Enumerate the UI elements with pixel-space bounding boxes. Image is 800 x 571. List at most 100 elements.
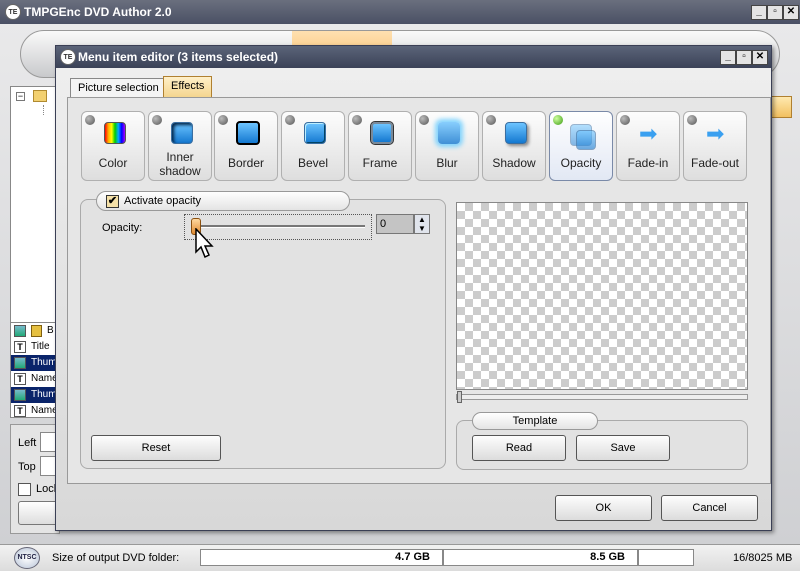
list-item[interactable]: B — [11, 323, 59, 339]
color-bars-icon — [104, 122, 126, 144]
main-close-button[interactable]: ✕ — [783, 5, 799, 20]
activate-opacity-group[interactable]: ✔ Activate opacity — [96, 191, 350, 211]
opacity-icon — [576, 130, 596, 150]
dialog-minimize-button[interactable]: _ — [720, 50, 736, 65]
output-size-label: Size of output DVD folder: — [52, 552, 180, 564]
effect-opacity-label: Opacity — [560, 156, 602, 170]
effect-shadow-led-icon — [486, 115, 496, 125]
dialog-close-button[interactable]: ✕ — [752, 50, 768, 65]
size-bar-end — [638, 549, 694, 566]
seek-thumb[interactable] — [457, 391, 462, 403]
shadow-icon — [505, 122, 527, 144]
spin-down-icon[interactable]: ▼ — [418, 224, 426, 233]
main-minimize-button[interactable]: _ — [751, 5, 767, 20]
effect-color-led-icon — [85, 115, 95, 125]
effect-fade-out-led-icon — [687, 115, 697, 125]
preview-seekbar[interactable] — [456, 391, 748, 403]
effect-fade-in-led-icon — [620, 115, 630, 125]
effect-color-button[interactable]: Color — [81, 111, 145, 181]
effect-blur-led-icon — [419, 115, 429, 125]
image-item-icon — [14, 325, 26, 337]
ntsc-badge: NTSC — [14, 547, 40, 569]
list-item-label: Name — [31, 405, 58, 416]
list-item[interactable]: T Name — [11, 403, 59, 417]
tab-effects[interactable]: Effects — [163, 76, 213, 98]
list-item-label: Title — [31, 341, 50, 352]
effect-border-label: Border — [227, 156, 265, 170]
tree-line — [43, 105, 44, 115]
preview-canvas — [456, 202, 748, 390]
activate-opacity-label: Activate opacity — [124, 195, 202, 207]
dialog-title-bar[interactable]: TE Menu item editor (3 items selected) _… — [56, 46, 771, 68]
effect-border-button[interactable]: Border — [214, 111, 278, 181]
app-icon: TE — [5, 4, 21, 20]
list-item[interactable]: T Title — [11, 339, 59, 355]
dvd-size-4gb: 4.7 GB — [200, 549, 443, 566]
main-title-bar[interactable]: TE TMPGEnc DVD Author 2.0 _ ▫ ✕ — [0, 0, 800, 24]
effect-opacity-led-icon — [553, 115, 563, 125]
template-label: Template — [472, 412, 598, 430]
effect-blur-button[interactable]: Blur — [415, 111, 479, 181]
menu-item-list[interactable]: B T Title Thum T Name Thum T Name — [10, 322, 60, 418]
image-item-icon — [14, 389, 26, 401]
menu-tree[interactable]: − — [10, 86, 60, 326]
effect-fade-in-button[interactable]: ➡ Fade-in — [616, 111, 680, 181]
opacity-spinner[interactable]: ▲ ▼ — [414, 214, 430, 234]
fade-out-arrow-icon: ➡ — [706, 121, 725, 146]
effect-color-label: Color — [98, 156, 128, 170]
effect-fade-out-button[interactable]: ➡ Fade-out — [683, 111, 747, 181]
lock-checkbox[interactable] — [18, 483, 31, 496]
left-label: Left — [18, 437, 37, 449]
top-label: Top — [18, 461, 36, 473]
effect-bevel-led-icon — [285, 115, 295, 125]
list-item-label: Thum — [31, 389, 57, 400]
text-item-icon: T — [14, 341, 26, 353]
activate-opacity-checkbox[interactable]: ✔ — [106, 195, 119, 208]
dialog-title: Menu item editor (3 items selected) — [78, 50, 279, 64]
text-item-icon: T — [14, 373, 26, 385]
effect-bevel-label: Bevel — [297, 156, 329, 170]
effect-fade-out-label: Fade-out — [690, 156, 740, 170]
list-item[interactable]: T Name — [11, 371, 59, 387]
effect-opacity-button[interactable]: Opacity — [549, 111, 613, 181]
list-item-label: Name — [31, 373, 58, 384]
spin-up-icon[interactable]: ▲ — [418, 215, 426, 224]
image-item-icon — [14, 357, 26, 369]
main-maximize-button[interactable]: ▫ — [767, 5, 783, 20]
ok-button[interactable]: OK — [555, 495, 652, 521]
text-item-icon: T — [14, 405, 26, 417]
reset-button[interactable]: Reset — [91, 435, 221, 461]
list-item-label: Thum — [31, 357, 57, 368]
effect-shadow-label: Shadow — [492, 156, 536, 170]
effect-inner-shadow-label: Inner shadow — [159, 150, 201, 178]
dialog-maximize-button[interactable]: ▫ — [736, 50, 752, 65]
effect-frame-button[interactable]: Frame — [348, 111, 412, 181]
main-window-title: TMPGEnc DVD Author 2.0 — [24, 5, 172, 19]
folder-icon — [33, 90, 47, 102]
list-item[interactable]: Thum — [11, 387, 59, 403]
frame-icon — [370, 121, 394, 145]
cancel-button[interactable]: Cancel — [661, 495, 758, 521]
effect-blur-label: Blur — [436, 156, 458, 170]
effect-shadow-button[interactable]: Shadow — [482, 111, 546, 181]
blur-icon — [438, 122, 460, 144]
position-panel: Left Top Lock — [10, 424, 63, 534]
effect-inner-shadow-led-icon — [152, 115, 162, 125]
effect-frame-led-icon — [352, 115, 362, 125]
tab-picture-selection[interactable]: Picture selection — [70, 78, 167, 98]
list-item[interactable]: Thum — [11, 355, 59, 371]
effect-inner-shadow-button[interactable]: Inner shadow — [148, 111, 212, 181]
save-template-button[interactable]: Save — [576, 435, 670, 461]
status-bar: NTSC Size of output DVD folder: 4.7 GB 8… — [0, 544, 800, 571]
slider-track — [193, 225, 365, 228]
tree-collapse-icon[interactable]: − — [16, 92, 25, 101]
mouse-cursor-icon — [195, 228, 214, 259]
opacity-value-field[interactable]: 0 — [376, 214, 414, 234]
read-template-button[interactable]: Read — [472, 435, 566, 461]
border-icon — [236, 121, 260, 145]
effect-bevel-button[interactable]: Bevel — [281, 111, 345, 181]
opacity-label: Opacity: — [102, 222, 143, 234]
lock-tool-button[interactable] — [770, 96, 792, 118]
lock-icon — [31, 325, 42, 337]
dvd-size-8gb: 8.5 GB — [443, 549, 638, 566]
